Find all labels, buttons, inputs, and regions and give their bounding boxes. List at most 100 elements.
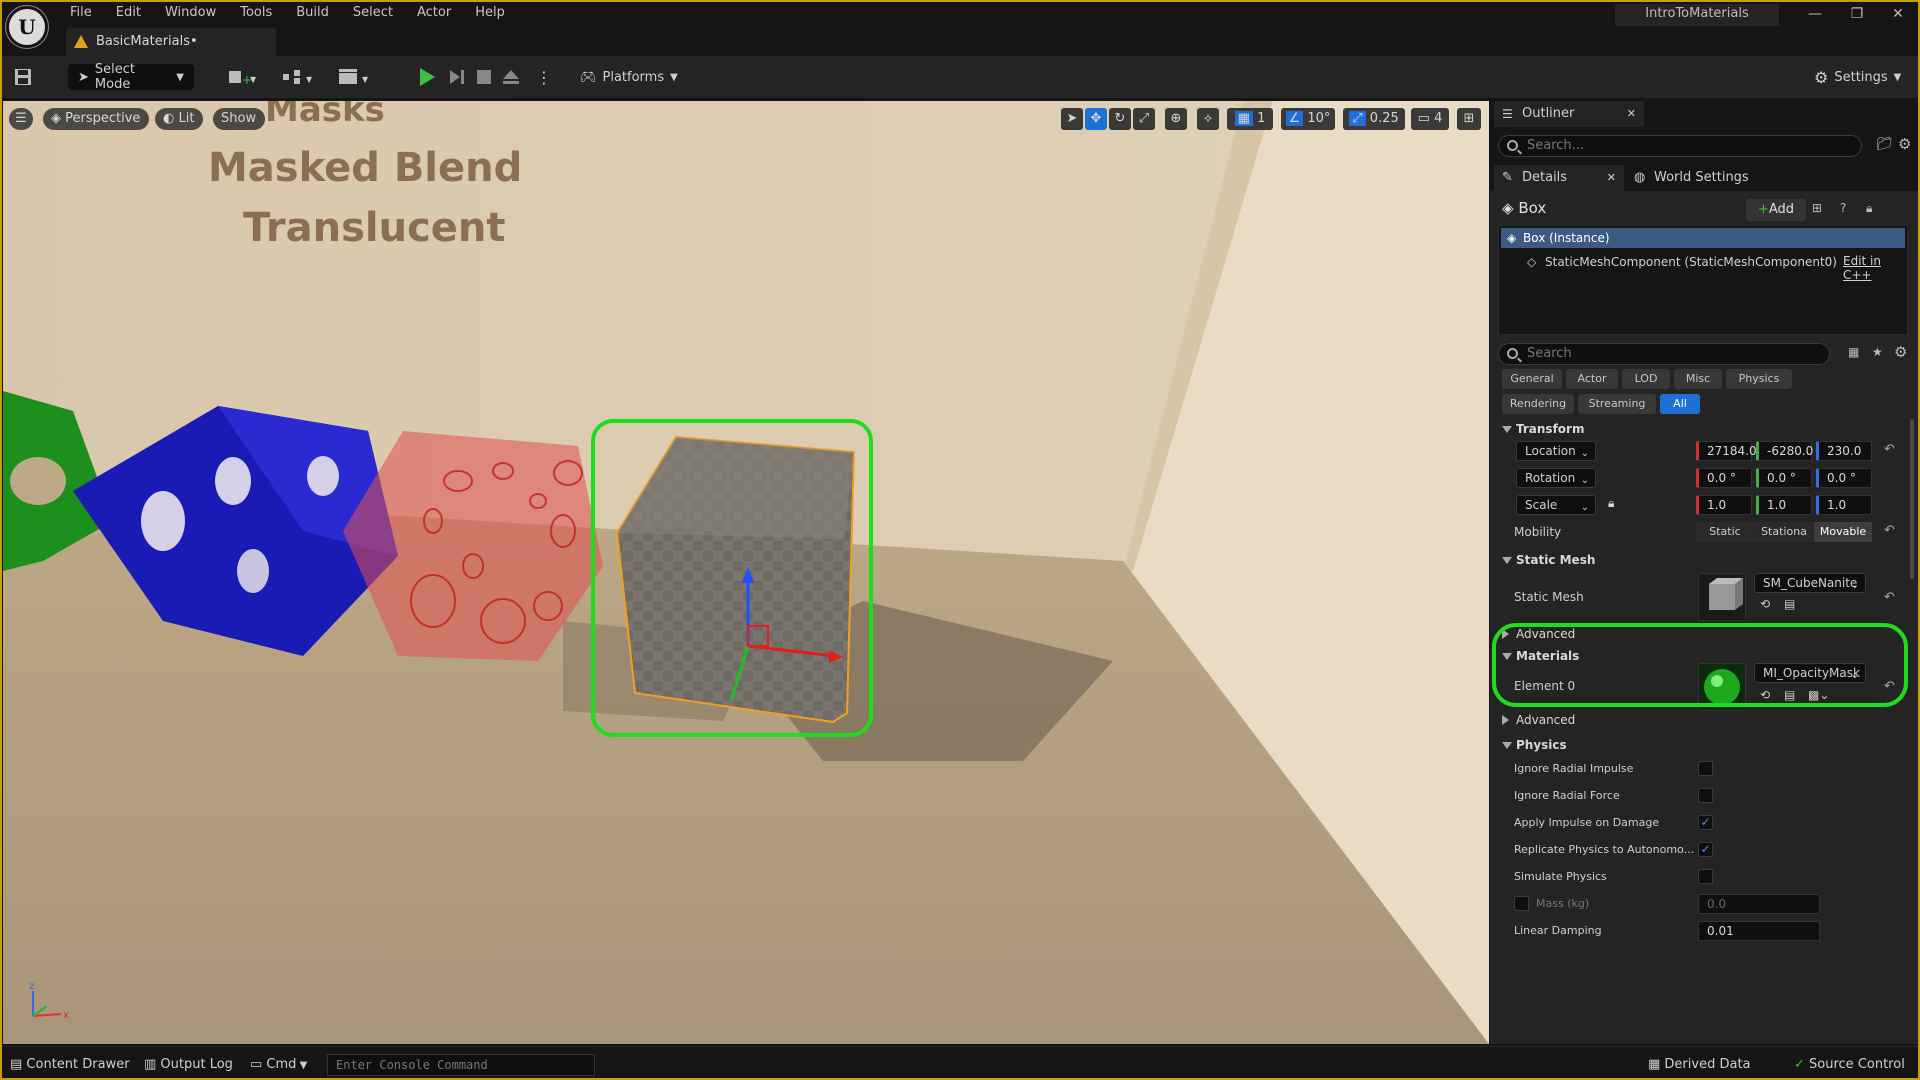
platforms-button[interactable]: 🎮︎ Platforms ▼	[580, 64, 678, 90]
mass-field[interactable]: 0.0	[1698, 894, 1820, 914]
linear-damping-field[interactable]: 0.01	[1698, 921, 1820, 941]
close-icon[interactable]: ✕	[1607, 165, 1616, 191]
tab-world-settings[interactable]: ◍ World Settings	[1626, 165, 1776, 191]
scale-y-field[interactable]: 1.0	[1756, 495, 1812, 515]
cmd-dropdown[interactable]: ▭ Cmd ▼	[250, 1054, 307, 1076]
close-icon[interactable]: ✕	[1627, 101, 1636, 127]
reset-arrow-icon[interactable]: ↶	[1884, 442, 1895, 457]
filter-streaming[interactable]: Streaming	[1578, 394, 1656, 414]
table-view-icon[interactable]: ▦	[1848, 345, 1859, 359]
lit-button[interactable]: ◐ Lit	[155, 108, 204, 130]
filter-lod[interactable]: LOD	[1622, 369, 1670, 389]
materials-advanced[interactable]: Advanced	[1498, 709, 1908, 731]
mass-override-checkbox[interactable]	[1514, 896, 1529, 911]
simulate-physics-checkbox[interactable]	[1698, 869, 1713, 884]
location-z-field[interactable]: 230.0	[1816, 441, 1872, 461]
details-scrollbar[interactable]	[1910, 419, 1914, 579]
unreal-logo-icon[interactable]: U	[6, 6, 48, 48]
static-mesh-thumbnail[interactable]	[1698, 573, 1746, 621]
rotation-snap-button[interactable]: ∠ 10°	[1281, 108, 1335, 130]
scale-snap-button[interactable]: ⤢ 0.25	[1343, 108, 1405, 130]
scale-z-field[interactable]: 1.0	[1816, 495, 1872, 515]
reset-arrow-icon[interactable]: ↶	[1884, 523, 1895, 538]
material-dropdown[interactable]: MI_OpacityMask ⌄	[1754, 663, 1866, 683]
translate-tool-icon[interactable]: ✥	[1085, 108, 1107, 130]
replicate-physics-checkbox[interactable]: ✓	[1698, 842, 1713, 857]
location-dropdown[interactable]: Location ⌄	[1516, 441, 1596, 461]
close-window-icon[interactable]: ✕	[1878, 4, 1918, 24]
source-control-button[interactable]: ✓ Source Control	[1794, 1054, 1905, 1076]
surface-snap-icon[interactable]: ⟡	[1197, 108, 1219, 130]
browse-arrow-icon[interactable]: ⟲	[1760, 597, 1770, 611]
rotation-dropdown[interactable]: Rotation ⌄	[1516, 468, 1596, 488]
level-viewport[interactable]: Masks Masked Blend Translucent z x ☰ ◈ P…	[3, 101, 1489, 1044]
browse-folder-icon[interactable]: ▤	[1784, 597, 1795, 611]
select-mode-dropdown[interactable]: ➤ Select Mode ▼	[68, 62, 194, 92]
apply-impulse-checkbox[interactable]: ✓	[1698, 815, 1713, 830]
details-search-input[interactable]: Search	[1498, 343, 1830, 365]
play-icon[interactable]	[420, 64, 435, 90]
tab-details[interactable]: ✎ Details ✕	[1494, 165, 1624, 191]
lock-icon[interactable]: 🔒︎	[1866, 201, 1872, 216]
advance-frame-icon[interactable]	[448, 64, 466, 90]
location-y-field[interactable]: -6280.0	[1756, 441, 1813, 461]
browse-folder-icon[interactable]: ▤	[1784, 688, 1795, 702]
level-tab[interactable]: BasicMaterials•	[66, 28, 276, 56]
menu-select[interactable]: Select	[341, 4, 405, 22]
blueprint-convert-icon[interactable]: ⊞	[1812, 201, 1822, 215]
camera-speed-button[interactable]: ▭ 4	[1411, 108, 1449, 130]
content-drawer-button[interactable]: ▤ Content Drawer	[10, 1054, 130, 1076]
filter-misc[interactable]: Misc	[1674, 369, 1722, 389]
gear-icon[interactable]: ⚙	[1894, 343, 1907, 361]
console-command-input[interactable]: Enter Console Command	[327, 1054, 595, 1076]
outliner-search-input[interactable]: Search...	[1498, 135, 1862, 157]
more-options-icon[interactable]: ⋮	[536, 64, 552, 90]
menu-tools[interactable]: Tools	[228, 4, 284, 22]
world-space-icon[interactable]: ⊕	[1165, 108, 1187, 130]
stop-icon[interactable]	[476, 64, 492, 90]
reset-arrow-icon[interactable]: ↶	[1884, 679, 1895, 694]
mobility-stationary[interactable]: Stationa	[1755, 522, 1813, 542]
static-mesh-dropdown[interactable]: SM_CubeNanite ⌄	[1754, 573, 1866, 593]
restore-icon[interactable]: ❐	[1837, 4, 1877, 24]
material-options-icon[interactable]: ▩⌄	[1808, 688, 1829, 702]
favorite-star-icon[interactable]: ★	[1872, 345, 1883, 359]
gear-icon[interactable]: ⚙	[1898, 135, 1911, 153]
section-transform[interactable]: Transform	[1498, 418, 1908, 440]
show-button[interactable]: Show	[213, 108, 266, 130]
mobility-movable[interactable]: Movable	[1814, 522, 1872, 542]
browse-arrow-icon[interactable]: ⟲	[1760, 688, 1770, 702]
cinematics-icon[interactable]: ▼	[338, 64, 372, 90]
select-tool-icon[interactable]: ➤	[1061, 108, 1083, 130]
scale-lock-icon[interactable]: 🔒︎	[1608, 496, 1614, 511]
ignore-radial-impulse-checkbox[interactable]	[1698, 761, 1713, 776]
section-physics[interactable]: Physics	[1498, 734, 1908, 756]
scale-tool-icon[interactable]: ⤢	[1133, 108, 1155, 130]
settings-button[interactable]: ⚙ Settings ▼	[1814, 64, 1901, 90]
output-log-button[interactable]: ▥ Output Log	[144, 1054, 233, 1076]
filter-all[interactable]: All	[1660, 394, 1700, 414]
edit-in-cpp-link[interactable]: Edit in C++	[1843, 254, 1907, 282]
menu-build[interactable]: Build	[284, 4, 341, 22]
perspective-button[interactable]: ◈ Perspective	[43, 108, 150, 130]
scale-dropdown[interactable]: Scale ⌄	[1516, 495, 1596, 515]
grid-snap-button[interactable]: ▦ 1	[1227, 108, 1273, 130]
rotate-tool-icon[interactable]: ↻	[1109, 108, 1131, 130]
menu-help[interactable]: Help	[463, 4, 517, 22]
component-row-instance[interactable]: ◈ Box (Instance)	[1501, 228, 1905, 248]
menu-edit[interactable]: Edit	[104, 4, 153, 22]
add-component-button[interactable]: +Add	[1746, 199, 1806, 221]
viewport-menu-icon[interactable]: ☰	[9, 108, 33, 130]
material-thumbnail[interactable]	[1698, 663, 1746, 711]
eject-icon[interactable]	[502, 64, 520, 90]
rotation-z-field[interactable]: 0.0 °	[1816, 468, 1872, 488]
menu-file[interactable]: File	[58, 4, 104, 22]
blueprint-icon[interactable]: ▼	[282, 64, 316, 90]
filter-actor[interactable]: Actor	[1566, 369, 1618, 389]
tab-outliner[interactable]: ☰ Outliner ✕	[1494, 101, 1644, 127]
layout-icon[interactable]: ⊞	[1457, 108, 1481, 130]
scale-x-field[interactable]: 1.0	[1696, 495, 1752, 515]
derived-data-button[interactable]: ▦ Derived Data	[1648, 1054, 1751, 1076]
filter-physics[interactable]: Physics	[1726, 369, 1792, 389]
help-icon[interactable]: ?	[1840, 201, 1846, 215]
